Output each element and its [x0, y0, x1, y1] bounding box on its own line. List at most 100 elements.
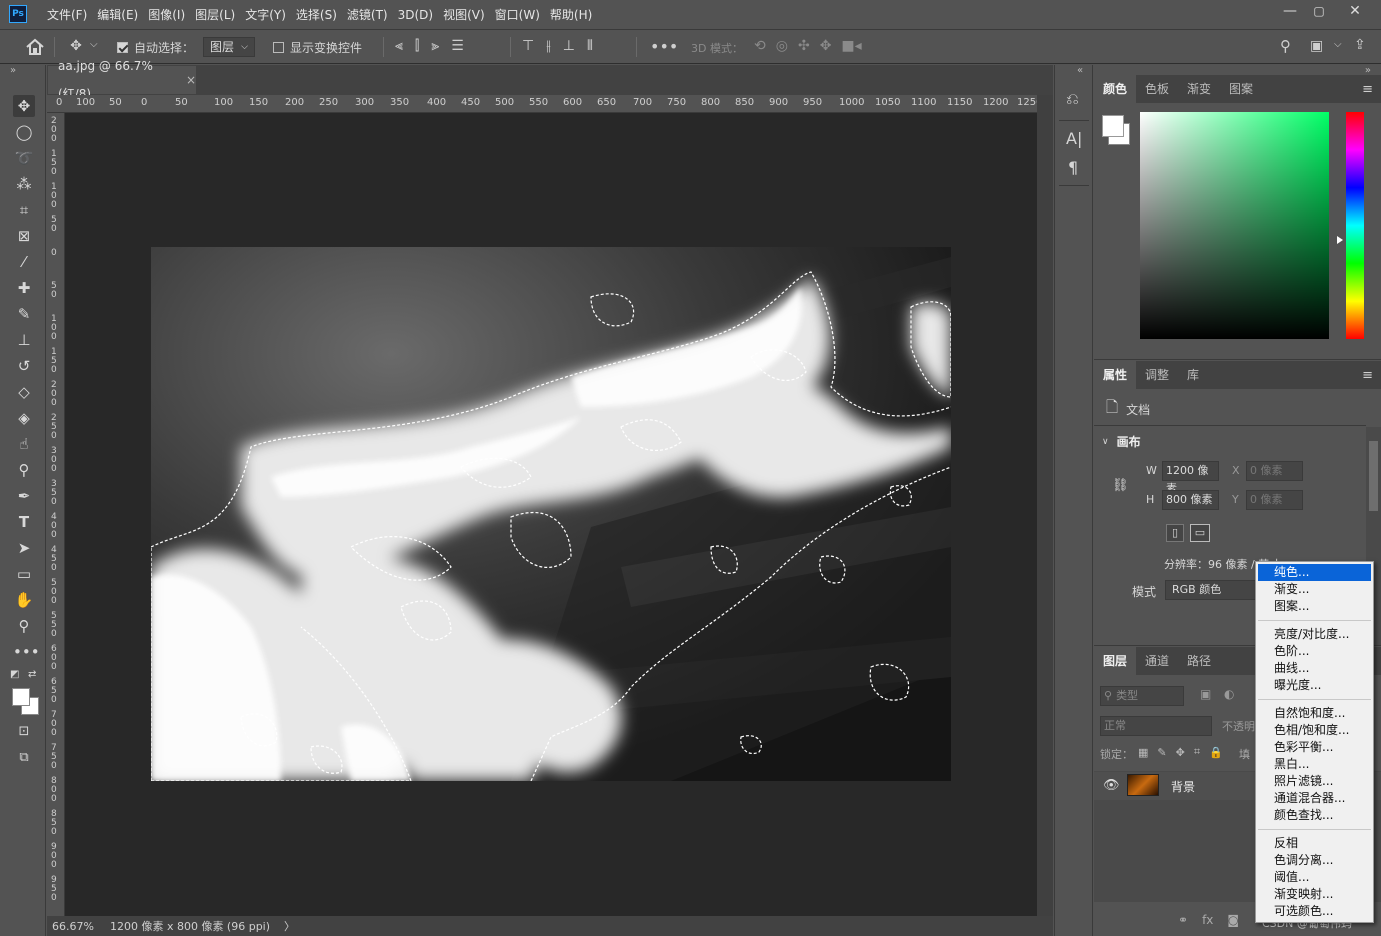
menu-image[interactable]: 图像(I)	[143, 0, 190, 30]
lock-all-icon[interactable]: 🔒	[1209, 746, 1223, 759]
menu-item-levels[interactable]: 色阶...	[1256, 643, 1373, 660]
menu-edit[interactable]: 编辑(E)	[92, 0, 143, 30]
color-field[interactable]	[1140, 112, 1329, 339]
swap-colors-icon[interactable]: ⇄	[28, 669, 36, 680]
layer-filter-dropdown[interactable]: ⚲ 类型	[1100, 686, 1184, 706]
tab-paths[interactable]: 路径	[1178, 647, 1220, 675]
chevron-down-icon[interactable]: ⌵	[90, 39, 98, 50]
tab-swatches[interactable]: 色板	[1136, 75, 1178, 103]
move-tool-icon[interactable]: ✥	[13, 95, 35, 117]
zoom-level[interactable]: 66.67%	[52, 920, 94, 933]
paragraph-panel-icon[interactable]: ¶	[1068, 158, 1078, 177]
maximize-button[interactable]: ▢	[1302, 0, 1336, 24]
eyedropper-tool-icon[interactable]: ⁄	[13, 251, 35, 273]
menu-item-black-white[interactable]: 黑白...	[1256, 756, 1373, 773]
tab-adjustments[interactable]: 调整	[1136, 361, 1178, 389]
document-image[interactable]	[151, 247, 951, 781]
canvas-section-header[interactable]: ∨ 画布	[1102, 433, 1141, 450]
screen-mode-icon[interactable]: ⧉	[13, 747, 35, 769]
paint-bucket-tool-icon[interactable]: ◈	[13, 407, 35, 429]
link-icon[interactable]: ⛓	[1112, 478, 1129, 493]
menu-item-gradient-map[interactable]: 渐变映射...	[1256, 886, 1373, 903]
menu-item-threshold[interactable]: 阈值...	[1256, 869, 1373, 886]
crop-tool-icon[interactable]: ⌗	[13, 199, 35, 221]
filter-adjustment-icon[interactable]: ◐	[1224, 687, 1234, 701]
link-layers-icon[interactable]: ⚭	[1178, 913, 1188, 927]
menu-filter[interactable]: 滤镜(T)	[342, 0, 393, 30]
hue-slider[interactable]	[1346, 112, 1364, 339]
chevron-down-icon[interactable]: ⌵	[1334, 39, 1342, 50]
menu-item-gradient[interactable]: 渐变...	[1256, 581, 1373, 598]
3d-roll-icon[interactable]: ◎	[776, 38, 788, 54]
panel-menu-icon[interactable]: ≡	[1362, 368, 1373, 383]
menu-item-solid-color[interactable]: 纯色...	[1258, 564, 1371, 581]
menu-item-selective-color[interactable]: 可选颜色...	[1256, 903, 1373, 920]
path-selection-tool-icon[interactable]: ➤	[13, 537, 35, 559]
tab-patterns[interactable]: 图案	[1220, 75, 1262, 103]
tab-color[interactable]: 颜色	[1094, 75, 1137, 103]
menu-item-vibrance[interactable]: 自然饱和度...	[1256, 705, 1373, 722]
menu-item-pattern[interactable]: 图案...	[1256, 598, 1373, 615]
workspace-icon[interactable]: ▣	[1310, 38, 1323, 54]
menu-item-curves[interactable]: 曲线...	[1256, 660, 1373, 677]
height-field[interactable]: 800 像素	[1162, 490, 1219, 510]
menu-window[interactable]: 窗口(W)	[490, 0, 545, 30]
menu-item-channel-mixer[interactable]: 通道混合器...	[1256, 790, 1373, 807]
menu-item-hue-saturation[interactable]: 色相/饱和度...	[1256, 722, 1373, 739]
y-field[interactable]: 0 像素	[1246, 490, 1303, 510]
brush-tool-icon[interactable]: ✎	[13, 303, 35, 325]
clone-stamp-tool-icon[interactable]: ⊥	[13, 329, 35, 351]
fx-icon[interactable]: fx	[1202, 913, 1213, 927]
marquee-tool-icon[interactable]: ◯	[13, 121, 35, 143]
edit-toolbar-icon[interactable]: •••	[13, 641, 40, 663]
layer-name[interactable]: 背景	[1171, 778, 1195, 795]
add-mask-icon[interactable]: ◙	[1227, 913, 1239, 927]
vertical-scrollbar[interactable]	[1037, 95, 1053, 916]
menu-item-brightness-contrast[interactable]: 亮度/对比度...	[1256, 626, 1373, 643]
menu-layer[interactable]: 图层(L)	[190, 0, 240, 30]
width-field[interactable]: 1200 像素	[1162, 461, 1219, 495]
color-fg-swatch[interactable]	[1102, 115, 1124, 137]
align-bottom-icon[interactable]: ⊥	[563, 38, 575, 54]
collapse-toolbar-icon[interactable]: »	[10, 65, 16, 76]
foreground-color-swatch[interactable]	[12, 688, 30, 706]
menu-select[interactable]: 选择(S)	[291, 0, 342, 30]
menu-type[interactable]: 文字(Y)	[240, 0, 291, 30]
menu-item-color-balance[interactable]: 色彩平衡...	[1256, 739, 1373, 756]
3d-pan-icon[interactable]: ✣	[798, 38, 810, 54]
lock-pixels-icon[interactable]: ✎	[1157, 746, 1166, 759]
menu-item-photo-filter[interactable]: 照片滤镜...	[1256, 773, 1373, 790]
lasso-tool-icon[interactable]: ➰	[13, 147, 35, 169]
tab-properties[interactable]: 属性	[1094, 361, 1137, 389]
blend-mode-dropdown[interactable]: 正常	[1100, 716, 1212, 736]
3d-orbit-icon[interactable]: ⟲	[754, 38, 766, 54]
tab-gradients[interactable]: 渐变	[1178, 75, 1220, 103]
hand-tool-icon[interactable]: ✋	[13, 589, 35, 611]
align-right-icon[interactable]: ⫸	[431, 38, 439, 54]
align-top-icon[interactable]: ⊤	[522, 38, 534, 54]
lock-artboard-icon[interactable]: ⌗	[1194, 745, 1200, 759]
dodge-tool-icon[interactable]: ⚲	[13, 459, 35, 481]
search-icon[interactable]: ⚲	[1280, 37, 1291, 55]
align-left-icon[interactable]: ⫷	[395, 38, 403, 54]
align-middle-v-icon[interactable]: ⫲	[546, 38, 551, 54]
eye-visibility-icon[interactable]: 👁	[1103, 778, 1120, 793]
history-panel-icon[interactable]: ⎌	[1066, 89, 1079, 109]
status-menu-arrow[interactable]: 〉	[284, 918, 295, 934]
menu-view[interactable]: 视图(V)	[438, 0, 490, 30]
lock-position-icon[interactable]: ✥	[1176, 746, 1185, 759]
portrait-icon[interactable]: ▯	[1166, 524, 1184, 542]
character-panel-icon[interactable]: A|	[1066, 129, 1082, 148]
distribute-v-icon[interactable]: ⫴	[587, 38, 593, 54]
close-window-button[interactable]: ✕	[1338, 0, 1372, 24]
smudge-tool-icon[interactable]: ☝	[13, 433, 35, 455]
home-button[interactable]	[24, 37, 46, 57]
default-colors-icon[interactable]: ◩	[10, 669, 19, 680]
share-icon[interactable]: ⇪	[1354, 37, 1366, 53]
rectangle-tool-icon[interactable]: ▭	[13, 563, 35, 585]
document-tab[interactable]: aa.jpg @ 66.7%(红/8) ×	[48, 59, 196, 101]
distribute-h-icon[interactable]: ☰	[451, 38, 464, 54]
history-brush-tool-icon[interactable]: ↺	[13, 355, 35, 377]
show-transform-checkbox[interactable]: 显示变换控件	[273, 38, 362, 56]
quick-mask-icon[interactable]: ⊡	[13, 721, 35, 743]
